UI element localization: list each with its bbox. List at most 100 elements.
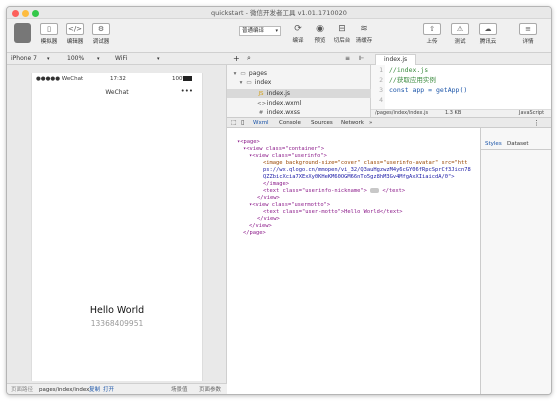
editor-toolbar: + ⌕ ≡ ⊩ [227, 53, 371, 65]
code-lines: //index.js //获取应用实例 const app = getApp() [389, 65, 467, 105]
more-options-icon[interactable]: ⋮ [533, 118, 540, 128]
search-icon[interactable]: ⌕ [247, 53, 251, 64]
wxml-node-image[interactable]: <image background-size="cover" class="us… [263, 160, 467, 167]
chevron-down-icon: ▾ [239, 80, 243, 86]
file-language: JavaScript [519, 110, 545, 116]
clear-cache-button[interactable]: ≋ 清缓存 [351, 23, 377, 44]
wxml-image-src-line: QZZbicXcia7XExXy0KHeKM60OGM66nTo5gz8hM3G… [263, 174, 455, 180]
compile-mode-value: 普通编译 [242, 28, 265, 34]
wxml-node-page[interactable]: ▾<page> [237, 139, 260, 146]
file-size: 1.3 KB [445, 110, 462, 116]
phone-icon: ▯ [40, 23, 58, 35]
upload-icon: ⇧ [423, 23, 441, 35]
file-tree: ▾ ▭ pages ▾ ▭ index JS index.js <> index.w… [227, 65, 371, 117]
editor-toggle-button[interactable]: </> 编辑器 [63, 23, 87, 45]
wxml-node-page-close: </page> [243, 230, 266, 236]
split-icon[interactable]: ⊩ [359, 53, 364, 64]
add-file-button[interactable]: + [233, 53, 240, 64]
phone-status-bar: ●●●●● WeChat 17:32 100% [32, 76, 202, 85]
inspect-icon[interactable]: ⬚ [231, 118, 237, 128]
wxml-node-motto-text[interactable]: <text class="user-motto">Hello World</te… [263, 209, 403, 216]
tab-console[interactable]: Console [279, 118, 301, 128]
simulator-toggle-label: 模拟器 [40, 39, 58, 45]
tree-label: index.wxml [266, 100, 302, 107]
tree-file-index-wxml[interactable]: <> index.wxml [257, 99, 367, 108]
collapse-icon[interactable]: ≡ [345, 53, 350, 64]
tab-sources[interactable]: Sources [311, 118, 333, 128]
tree-label: index [254, 79, 272, 86]
wxml-node-usermotto-close: </view> [257, 216, 280, 222]
page-path-value: pages/index/index [39, 387, 90, 393]
open-link[interactable]: 打开 [103, 384, 114, 394]
tree-label: index.wxss [266, 109, 300, 116]
stack-icon: ≋ [360, 24, 368, 34]
wxml-node-userinfo-close: </view> [257, 195, 280, 201]
device-icon[interactable]: ▯ [241, 118, 244, 128]
main-toolbar: ▯ 模拟器 </> 编辑器 ⚙ 调试器 普通编译 ▾ ⟳ 编译 ◉ 预览 ⊟ 切… [7, 19, 551, 53]
upload-button[interactable]: ⇧ 上传 [419, 23, 445, 45]
js-file-icon: JS [258, 91, 264, 97]
tree-folder-pages[interactable]: ▾ ▭ pages [231, 69, 367, 78]
code-tab-bar: index.js [371, 53, 551, 65]
wxml-node-usermotto[interactable]: ▾<view class="usermotto"> [249, 202, 330, 209]
network-select[interactable]: WiFi [115, 53, 127, 65]
tab-wxml[interactable]: Wxml [253, 118, 269, 128]
code-line: //index.js [389, 66, 429, 74]
tree-file-index-wxss[interactable]: # index.wxss [257, 108, 367, 117]
tencent-cloud-button[interactable]: ☁ 腾讯云 [475, 23, 501, 45]
chevron-down-icon: ▾ [275, 28, 278, 34]
line-gutter: 1 2 3 4 [371, 65, 385, 109]
collapsed-content-badge[interactable] [370, 188, 380, 193]
maximize-window-button[interactable] [32, 10, 39, 17]
chevron-down-icon: ▾ [47, 56, 50, 62]
preview-label: 预览 [314, 38, 326, 44]
wxml-node-container-close: </view> [249, 223, 272, 229]
more-tabs-button[interactable]: » [369, 118, 372, 128]
hello-world-text: Hello World [89, 305, 145, 316]
avatar[interactable] [14, 23, 31, 43]
wxml-node-userinfo[interactable]: ▾<view class="userinfo"> [249, 153, 327, 160]
menu-icon: ≡ [519, 23, 537, 35]
details-button[interactable]: ≡ 详情 [515, 23, 541, 45]
close-window-button[interactable] [12, 10, 19, 17]
debugger-toggle-button[interactable]: ⚙ 调试器 [89, 23, 113, 45]
minimize-window-button[interactable] [22, 10, 29, 17]
page-params-button[interactable]: 页面参数 [199, 384, 221, 394]
more-dots-icon[interactable]: ••• [181, 87, 193, 95]
wxml-tree[interactable]: ▾<page> ▾<view class="container"> ▾<view… [227, 128, 481, 394]
phone-screen[interactable]: ●●●●● WeChat 17:32 100% WeChat ••• Hello… [31, 73, 203, 381]
tab-index-js[interactable]: index.js [375, 54, 417, 65]
page-path-label: 页面路径 [11, 387, 34, 393]
simulator-toggle-button[interactable]: ▯ 模拟器 [37, 23, 61, 45]
copy-link[interactable]: 复制 [89, 384, 100, 394]
tab-dataset[interactable]: Dataset [507, 140, 529, 149]
cloud-icon: ☁ [479, 23, 497, 35]
clock-text: 17:32 [110, 76, 126, 82]
tab-network[interactable]: Network [341, 118, 364, 128]
upload-label: 上传 [426, 39, 438, 45]
details-label: 详情 [522, 39, 534, 45]
chevron-down-icon: ▾ [97, 56, 100, 62]
zoom-select[interactable]: 100% [67, 53, 84, 65]
tencent-cloud-label: 腾讯云 [479, 39, 497, 45]
wxml-image-src-line: ps://wx.qlogo.cn/mmopen/vi_32/Q3auHgzwzM… [263, 167, 471, 173]
battery-icon [183, 76, 192, 81]
code-editor[interactable]: 1 2 3 4 //index.js //获取应用实例 const app = … [371, 65, 551, 109]
tab-styles[interactable]: Styles [485, 140, 502, 149]
editor-toggle-label: 编辑器 [66, 39, 84, 45]
device-select[interactable]: iPhone 7 [11, 53, 37, 65]
wxml-node-container[interactable]: ▾<view class="container"> [243, 146, 324, 153]
tree-folder-index[interactable]: ▾ ▭ index [237, 78, 367, 87]
test-button[interactable]: ⚠ 测试 [447, 23, 473, 45]
devtools-tab-bar: ⬚ ▯ Wxml Console Sources Network » ⋮ [227, 117, 551, 128]
test-label: 测试 [454, 39, 466, 45]
phone-number-text: 13368409951 [90, 319, 144, 328]
line-number: 1 [379, 66, 383, 74]
title-bar: quickstart - 微信开发者工具 v1.01.1710020 [7, 7, 551, 19]
nav-title: WeChat [105, 89, 129, 96]
scene-value-button[interactable]: 场景值 [171, 384, 188, 394]
tree-file-index-js[interactable]: JS index.js [227, 89, 371, 98]
compile-mode-select[interactable]: 普通编译 ▾ [239, 26, 281, 36]
wxml-node-nickname[interactable]: <text class="userinfo-nickname"> </text> [263, 188, 405, 195]
app-window: quickstart - 微信开发者工具 v1.01.1710020 ▯ 模拟器… [6, 6, 552, 395]
